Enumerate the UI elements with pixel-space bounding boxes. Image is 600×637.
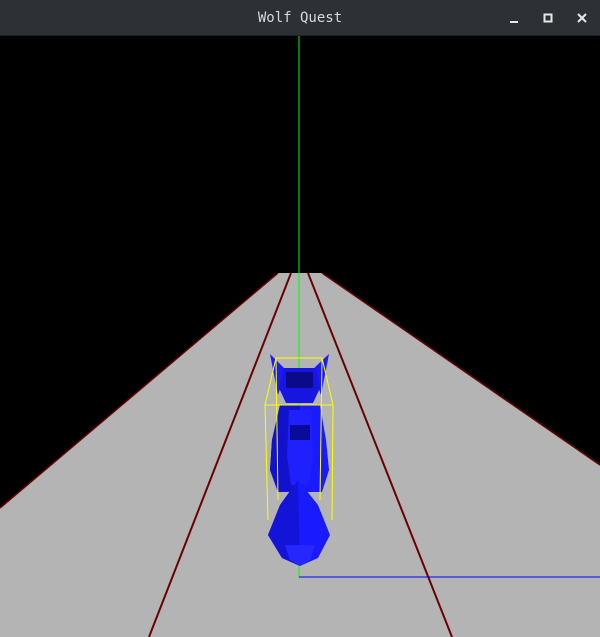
minimize-button[interactable] [504,8,524,28]
wolf-rear-shade [286,372,313,388]
close-button[interactable] [572,8,592,28]
wolf-back-shade [290,425,310,440]
close-icon [577,13,587,23]
minimize-icon [510,21,518,23]
maximize-button[interactable] [538,8,558,28]
title-bar[interactable]: Wolf Quest [0,0,600,36]
scene-canvas [0,36,600,637]
game-viewport[interactable] [0,36,600,637]
wolf-spine [287,410,313,485]
maximize-icon [543,13,553,23]
game-window: Wolf Quest [0,0,600,637]
